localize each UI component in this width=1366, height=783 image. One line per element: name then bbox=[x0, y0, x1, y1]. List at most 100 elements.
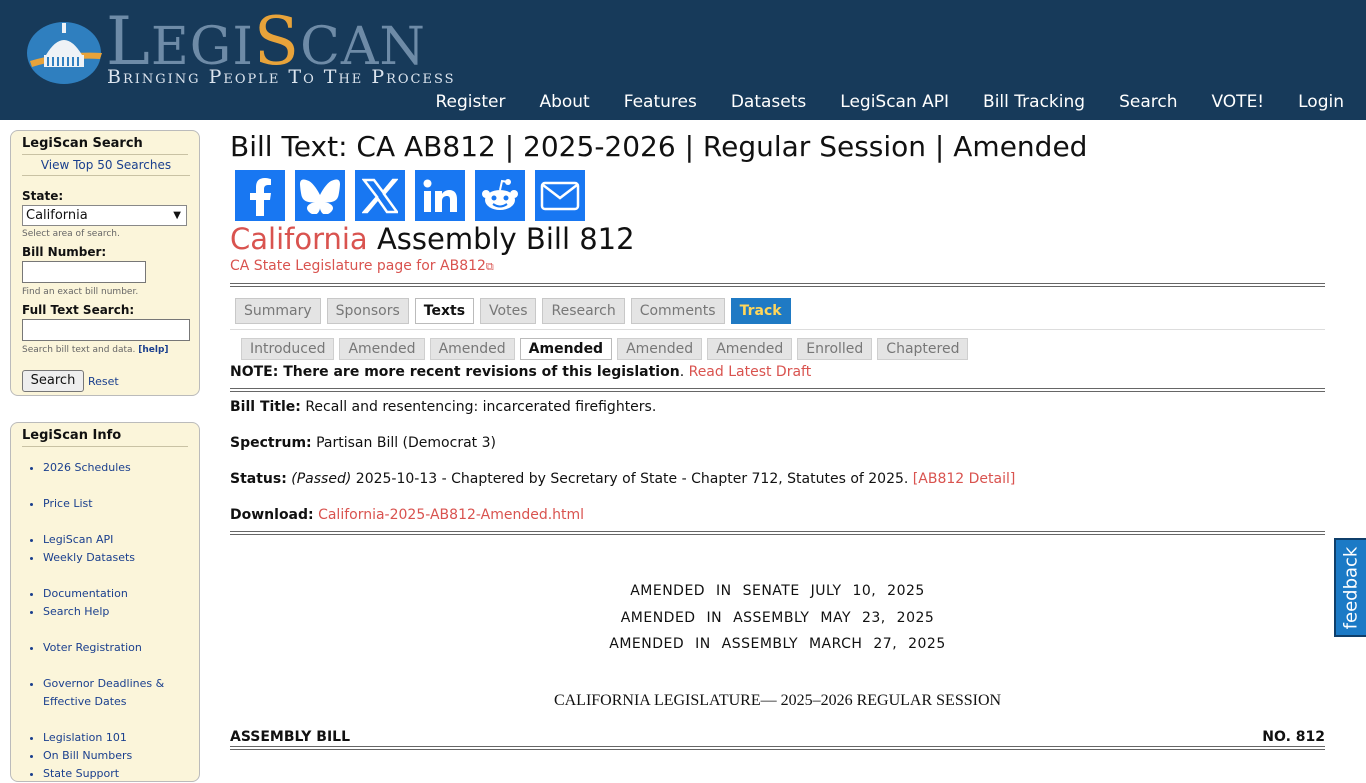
info-item: Documentation bbox=[43, 585, 173, 603]
amend-line: AMENDED IN SENATE JULY 10, 2025 bbox=[630, 583, 925, 599]
tab-sponsors[interactable]: Sponsors bbox=[326, 298, 409, 324]
tagline: Bringing People To The Process bbox=[107, 66, 456, 88]
info-item: LegiScan API bbox=[43, 531, 173, 549]
reddit-icon[interactable] bbox=[475, 170, 525, 221]
link-documentation[interactable]: Documentation bbox=[43, 587, 128, 600]
top-50-searches-link[interactable]: View Top 50 Searches bbox=[22, 158, 190, 176]
amend-line: AMENDED IN ASSEMBLY MAY 23, 2025 bbox=[620, 609, 935, 626]
info-links-list: 2026 Schedules Price List LegiScan API W… bbox=[43, 459, 173, 783]
bill-number-label: Bill Number: bbox=[22, 245, 107, 259]
search-button[interactable]: Search bbox=[22, 370, 84, 392]
download-label: Download: bbox=[230, 507, 314, 523]
bill-state-link[interactable]: California bbox=[230, 222, 368, 256]
download-link[interactable]: California-2025-AB812-Amended.html bbox=[318, 507, 584, 523]
site-header: LEGISCAN Bringing People To The Process … bbox=[0, 0, 1366, 120]
page-title: Bill Text: CA AB812 | 2025-2026 | Regula… bbox=[230, 130, 1088, 163]
version-introduced[interactable]: Introduced bbox=[241, 338, 335, 360]
state-select-value: California bbox=[26, 208, 88, 223]
nav-datasets[interactable]: Datasets bbox=[731, 92, 806, 112]
version-amended[interactable]: Amended bbox=[429, 338, 515, 360]
feedback-label: feedback bbox=[1340, 546, 1362, 629]
state-label: State: bbox=[22, 189, 64, 203]
info-item: Weekly Datasets bbox=[43, 549, 173, 567]
bill-title-value: Recall and resentencing: incarcerated fi… bbox=[305, 399, 657, 415]
version-chaptered[interactable]: Chaptered bbox=[877, 338, 969, 360]
nav-legiscan-api[interactable]: LegiScan API bbox=[840, 92, 949, 112]
legislature-session: CALIFORNIA LEGISLATURE— 2025–2026 REGULA… bbox=[553, 692, 1002, 709]
status-value: 2025-10-13 - Chaptered by Secretary of S… bbox=[355, 471, 909, 487]
capitol-logo-icon[interactable] bbox=[24, 15, 104, 85]
tab-votes[interactable]: Votes bbox=[480, 298, 537, 324]
linkedin-icon[interactable] bbox=[415, 170, 465, 221]
feedback-tab[interactable]: feedback bbox=[1334, 538, 1366, 637]
read-latest-draft-link[interactable]: Read Latest Draft bbox=[689, 364, 812, 380]
nav-features[interactable]: Features bbox=[624, 92, 697, 112]
version-amended[interactable]: Amended bbox=[707, 338, 793, 360]
state-legislature-link[interactable]: CA State Legislature page for AB812⧉ bbox=[230, 258, 494, 274]
chevron-down-icon: ▼ bbox=[173, 210, 181, 221]
link-legislation-101[interactable]: Legislation 101 bbox=[43, 731, 127, 744]
assembly-bill-label: ASSEMBLY BILL bbox=[230, 729, 351, 745]
version-amended[interactable]: Amended bbox=[339, 338, 425, 360]
nav-vote[interactable]: VOTE! bbox=[1211, 92, 1264, 112]
bill-tabs: Summary Sponsors Texts Votes Research Co… bbox=[235, 298, 797, 324]
email-icon[interactable] bbox=[535, 170, 585, 221]
tab-comments[interactable]: Comments bbox=[630, 298, 725, 324]
amend-line: AMENDED IN ASSEMBLY MARCH 27, 2025 bbox=[609, 636, 946, 652]
state-legislature-link-text: CA State Legislature page for AB812 bbox=[230, 258, 486, 274]
info-item: On Bill Numbers bbox=[43, 747, 173, 765]
legiscan-info-box: LegiScan Info 2026 Schedules Price List … bbox=[10, 422, 200, 782]
info-item: Voter Registration bbox=[43, 639, 173, 657]
full-text-label: Full Text Search: bbox=[22, 303, 135, 317]
tab-research[interactable]: Research bbox=[542, 298, 625, 324]
facebook-icon[interactable] bbox=[235, 170, 285, 221]
status-passed: (Passed) bbox=[291, 471, 352, 487]
divider bbox=[230, 746, 1325, 750]
tab-track[interactable]: Track bbox=[730, 298, 791, 324]
nav-about[interactable]: About bbox=[539, 92, 589, 112]
info-item: Price List bbox=[43, 495, 173, 513]
divider bbox=[230, 388, 1325, 392]
bill-detail-link[interactable]: [AB812 Detail] bbox=[913, 471, 1016, 487]
full-text-hint: Search bill text and data. [help] bbox=[22, 345, 169, 355]
link-governor-deadlines[interactable]: Governor Deadlines & Effective Dates bbox=[43, 677, 164, 708]
link-weekly-datasets[interactable]: Weekly Datasets bbox=[43, 551, 135, 564]
download-row: Download: California-2025-AB812-Amended.… bbox=[230, 507, 584, 523]
state-hint: Select area of search. bbox=[22, 229, 120, 239]
nav-bill-tracking[interactable]: Bill Tracking bbox=[983, 92, 1085, 112]
divider bbox=[230, 531, 1325, 535]
bill-number-input[interactable] bbox=[22, 261, 146, 283]
help-link[interactable]: [help] bbox=[138, 345, 168, 355]
link-2026-schedules[interactable]: 2026 Schedules bbox=[43, 461, 131, 474]
x-icon[interactable] bbox=[355, 170, 405, 221]
version-enrolled[interactable]: Enrolled bbox=[797, 338, 873, 360]
info-item: 2026 Schedules bbox=[43, 459, 173, 477]
bill-title-label: Bill Title: bbox=[230, 399, 301, 415]
nav-register[interactable]: Register bbox=[435, 92, 505, 112]
link-price-list[interactable]: Price List bbox=[43, 497, 93, 510]
full-text-hint-text: Search bill text and data. bbox=[22, 345, 136, 355]
link-on-bill-numbers[interactable]: On Bill Numbers bbox=[43, 749, 132, 762]
info-box-title: LegiScan Info bbox=[22, 428, 188, 447]
version-amended-current[interactable]: Amended bbox=[519, 338, 613, 360]
state-select[interactable]: California ▼ bbox=[22, 205, 187, 226]
link-state-support[interactable]: State Support bbox=[43, 767, 119, 780]
link-voter-registration[interactable]: Voter Registration bbox=[43, 641, 142, 654]
link-search-help[interactable]: Search Help bbox=[43, 605, 109, 618]
tab-summary[interactable]: Summary bbox=[235, 298, 321, 324]
link-legiscan-api[interactable]: LegiScan API bbox=[43, 533, 113, 546]
reset-link[interactable]: Reset bbox=[88, 375, 119, 388]
text-version-tabs: Introduced Amended Amended Amended Amend… bbox=[241, 338, 973, 360]
status-row: Status: (Passed) 2025-10-13 - Chaptered … bbox=[230, 471, 1015, 487]
bluesky-icon[interactable] bbox=[295, 170, 345, 221]
version-amended[interactable]: Amended bbox=[617, 338, 703, 360]
share-bar bbox=[235, 170, 595, 221]
bill-number-label-right: NO. 812 bbox=[1262, 729, 1325, 745]
nav-login[interactable]: Login bbox=[1298, 92, 1344, 112]
divider bbox=[230, 283, 1325, 287]
tab-texts[interactable]: Texts bbox=[414, 298, 475, 324]
full-text-input[interactable] bbox=[22, 319, 190, 341]
amendment-history: AMENDED IN SENATE JULY 10, 2025 AMENDED … bbox=[230, 578, 1325, 658]
nav-search[interactable]: Search bbox=[1119, 92, 1177, 112]
top-nav: Register About Features Datasets LegiSca… bbox=[401, 92, 1344, 112]
